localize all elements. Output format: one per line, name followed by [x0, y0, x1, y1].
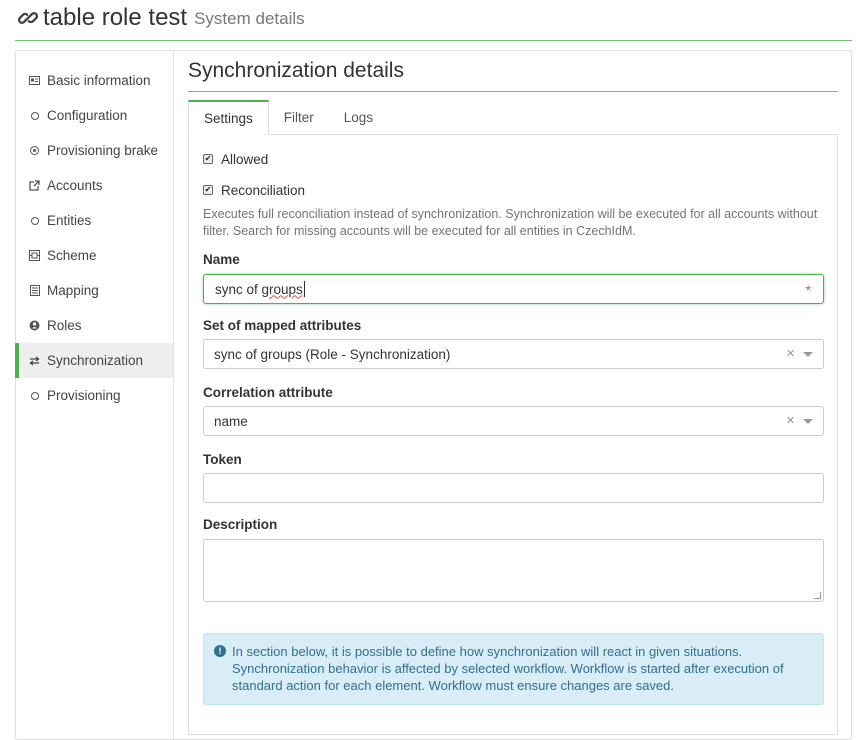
list-icon	[28, 285, 41, 296]
sidebar-item-label: Scheme	[47, 248, 97, 263]
description-label: Description	[203, 517, 278, 532]
tab-logs[interactable]: Logs	[329, 100, 388, 135]
sidebar-item-label: Entities	[47, 213, 92, 228]
page-subtitle: System details	[194, 9, 305, 28]
mapped-attributes-value: sync of groups (Role - Synchronization)	[214, 346, 451, 362]
sidebar-item-mapping[interactable]: Mapping	[16, 273, 173, 308]
sidebar-item-label: Accounts	[47, 178, 103, 193]
external-link-icon	[28, 180, 41, 191]
token-label: Token	[203, 452, 242, 467]
sidebar-item-label: Mapping	[47, 283, 99, 298]
exchange-icon	[28, 355, 41, 366]
allowed-checkbox[interactable]: ✔	[203, 154, 213, 164]
sidebar-item-label: Provisioning	[47, 388, 121, 403]
sidebar-item-label: Roles	[47, 318, 82, 333]
select-controls: ×	[786, 346, 813, 361]
sidebar-item-label: Basic information	[47, 73, 151, 88]
correlation-attribute-label: Correlation attribute	[203, 385, 333, 400]
dot-circle-icon	[28, 146, 41, 155]
info-icon: !	[214, 645, 226, 657]
reconciliation-label: Reconciliation	[221, 182, 306, 198]
sidebar-item-accounts[interactable]: Accounts	[16, 168, 173, 203]
reconciliation-help: Executes full reconciliation instead of …	[203, 207, 818, 238]
sidebar: Basic information Configuration Provisio…	[15, 51, 174, 739]
name-label: Name	[203, 252, 240, 267]
circle-icon	[28, 391, 41, 400]
tab-filter[interactable]: Filter	[269, 100, 329, 135]
id-card-icon	[28, 76, 41, 85]
name-value-part: sync of	[215, 281, 262, 297]
main-content: Synchronization details Settings Filter …	[188, 51, 838, 735]
name-input[interactable]: sync of groups *	[203, 274, 824, 304]
select-controls: ×	[786, 413, 813, 428]
roles-icon	[28, 320, 41, 331]
clear-icon[interactable]: ×	[786, 413, 795, 428]
page-header: table role test System details	[15, 0, 852, 41]
sidebar-item-scheme[interactable]: Scheme	[16, 238, 173, 273]
mapped-attributes-select[interactable]: sync of groups (Role - Synchronization) …	[203, 339, 824, 369]
allowed-label: Allowed	[221, 151, 269, 167]
tab-settings[interactable]: Settings	[188, 100, 269, 135]
reconciliation-checkbox-row[interactable]: ✔ Reconciliation	[203, 180, 305, 200]
sidebar-item-provisioning-brake[interactable]: Provisioning brake	[16, 133, 173, 168]
clear-icon[interactable]: ×	[786, 346, 795, 361]
sidebar-item-label: Synchronization	[47, 353, 144, 368]
sidebar-item-entities[interactable]: Entities	[16, 203, 173, 238]
info-text: In section below, it is possible to defi…	[232, 644, 784, 693]
mapped-attributes-label: Set of mapped attributes	[203, 318, 362, 333]
chevron-down-icon[interactable]	[803, 351, 813, 357]
sidebar-item-basic-information[interactable]: Basic information	[16, 63, 173, 98]
sidebar-item-synchronization[interactable]: Synchronization	[15, 343, 173, 378]
circle-icon	[28, 216, 41, 225]
tab-bar: Settings Filter Logs	[188, 100, 838, 135]
circle-icon	[28, 111, 41, 120]
sidebar-item-roles[interactable]: Roles	[16, 308, 173, 343]
system-detail-panel: Basic information Configuration Provisio…	[15, 50, 852, 740]
correlation-attribute-select[interactable]: name ×	[203, 406, 824, 436]
section-title: Synchronization details	[188, 51, 838, 92]
page-title: table role test	[43, 4, 188, 31]
required-mark: *	[805, 282, 811, 298]
chevron-down-icon[interactable]	[803, 418, 813, 424]
sidebar-item-configuration[interactable]: Configuration	[16, 98, 173, 133]
scheme-icon	[28, 250, 41, 261]
sidebar-item-label: Configuration	[47, 108, 128, 123]
resize-handle-icon[interactable]	[814, 592, 821, 599]
settings-tab-body: ✔ Allowed ✔ Reconciliation Executes full…	[188, 135, 838, 735]
reconciliation-checkbox[interactable]: ✔	[203, 185, 213, 195]
sidebar-item-label: Provisioning brake	[47, 143, 159, 158]
name-value-misspelled: groups	[261, 281, 303, 297]
info-alert: ! In section below, it is possible to de…	[203, 633, 824, 705]
allowed-checkbox-row[interactable]: ✔ Allowed	[203, 149, 268, 169]
token-input[interactable]	[203, 473, 824, 503]
correlation-attribute-value: name	[214, 413, 248, 429]
description-textarea[interactable]	[203, 539, 824, 602]
sidebar-item-provisioning[interactable]: Provisioning	[16, 378, 173, 413]
text-cursor	[303, 281, 305, 297]
link-icon	[17, 12, 39, 24]
